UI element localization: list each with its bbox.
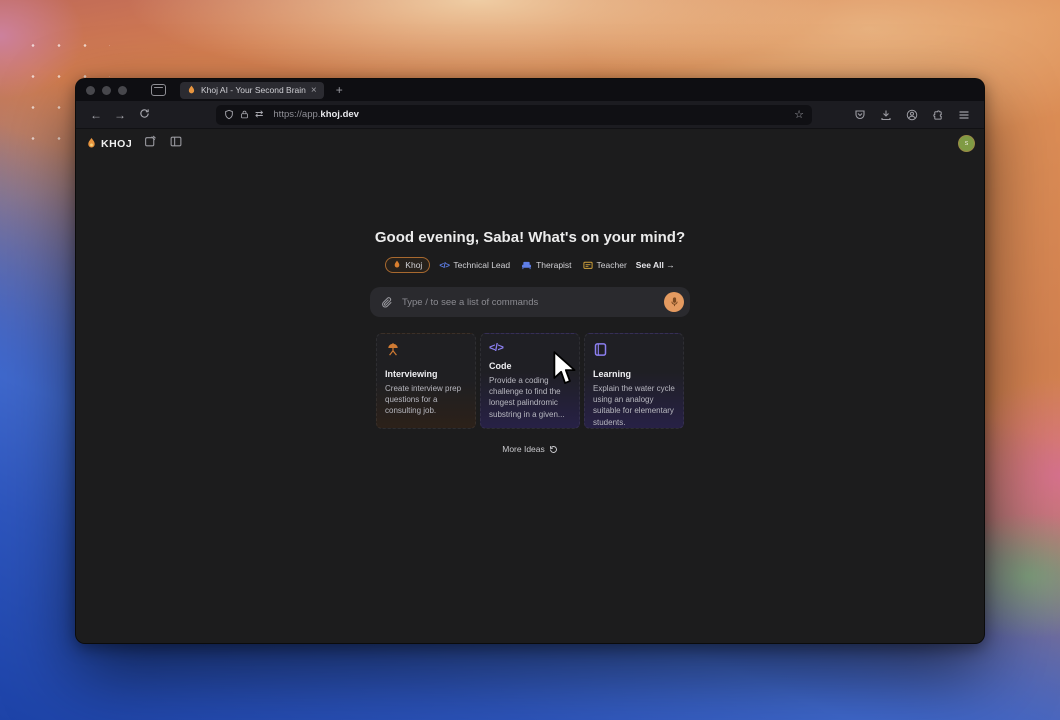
card-title: Learning <box>593 369 632 379</box>
lock-icon[interactable] <box>240 109 249 120</box>
agent-pills: Khoj </> Technical Lead Therapist Teache… <box>370 257 690 273</box>
presentation-icon <box>388 342 398 356</box>
account-icon[interactable] <box>905 108 918 121</box>
tracking-toggle-icon[interactable]: ⇄ <box>255 109 263 120</box>
agent-pill-technical-lead[interactable]: </> Technical Lead <box>437 258 512 272</box>
khoj-brand[interactable]: KHOJ <box>86 137 132 151</box>
couch-icon <box>522 261 532 269</box>
url-domain: khoj.dev <box>320 109 359 120</box>
card-interviewing[interactable]: Interviewing Create interview prep quest… <box>376 333 476 429</box>
close-window-button[interactable] <box>86 85 95 95</box>
agent-pill-label: Teacher <box>596 260 627 270</box>
greeting-title: Good evening, Saba! What's on your mind? <box>374 229 686 246</box>
voice-mic-button[interactable] <box>664 292 684 312</box>
downloads-icon[interactable] <box>879 108 892 121</box>
bookmark-star-icon[interactable]: ☆ <box>794 108 804 121</box>
book-icon <box>594 343 607 356</box>
chat-input-box[interactable] <box>370 287 690 317</box>
card-learning[interactable]: Learning Explain the water cycle using a… <box>584 333 684 429</box>
agent-pill-label: Technical Lead <box>453 260 511 270</box>
forward-button[interactable]: → <box>110 108 130 122</box>
url-prefix: https://app. <box>273 109 321 120</box>
minimize-window-button[interactable] <box>102 85 111 95</box>
khoj-logo-icon <box>88 138 95 148</box>
attach-paperclip-icon[interactable] <box>381 296 393 309</box>
shield-icon[interactable] <box>224 109 234 120</box>
navigation-bar: ← → ⇄ https://app.khoj.dev ☆ <box>76 101 984 129</box>
board-icon <box>582 261 593 269</box>
extensions-icon[interactable] <box>931 108 944 121</box>
new-chat-button[interactable] <box>144 135 157 153</box>
menu-icon[interactable] <box>957 108 970 121</box>
avatar-glyph: s <box>964 140 969 147</box>
agent-pill-label: Khoj <box>405 260 423 270</box>
browser-window: Khoj AI - Your Second Brain × + ← → ⇄ ht… <box>75 78 985 644</box>
pocket-icon[interactable] <box>853 108 866 121</box>
khoj-agent-icon <box>394 260 400 268</box>
agent-pill-teacher[interactable]: Teacher <box>581 258 629 272</box>
suggestion-cards: Interviewing Create interview prep quest… <box>370 333 690 429</box>
agent-pill-therapist[interactable]: Therapist <box>519 258 573 272</box>
toolbar-icons <box>853 108 974 121</box>
card-body: Create interview prep questions for a co… <box>385 384 462 416</box>
more-ideas-label: More Ideas <box>502 444 545 454</box>
brand-name: KHOJ <box>101 138 133 150</box>
agent-pill-khoj[interactable]: Khoj <box>385 257 431 273</box>
code-icon: </> <box>439 260 450 270</box>
main-panel: Good evening, Saba! What's on your mind?… <box>370 229 690 454</box>
reload-icon <box>139 108 149 118</box>
card-body: Explain the water cycle using an analogy… <box>593 384 675 427</box>
tab-close-icon[interactable]: × <box>311 85 317 96</box>
window-controls <box>86 85 127 95</box>
khoj-favicon-icon <box>188 85 195 93</box>
tab-bar: Khoj AI - Your Second Brain × + <box>76 79 984 101</box>
sidebar-toggle-button[interactable] <box>169 135 183 153</box>
new-tab-button[interactable]: + <box>336 83 343 97</box>
card-title: Interviewing <box>385 369 438 379</box>
microphone-icon <box>670 297 678 307</box>
browser-tab[interactable]: Khoj AI - Your Second Brain × <box>180 81 324 99</box>
chat-input[interactable] <box>402 296 664 308</box>
tab-title: Khoj AI - Your Second Brain <box>201 85 306 95</box>
more-ideas-button[interactable]: More Ideas <box>370 444 690 454</box>
mouse-cursor <box>553 351 576 384</box>
url-text: https://app.khoj.dev <box>273 109 788 120</box>
maximize-window-button[interactable] <box>118 85 127 95</box>
khoj-app-page: KHOJ s Good evening, Saba! What's on you… <box>76 129 984 643</box>
user-avatar[interactable]: s <box>958 135 975 152</box>
app-header: KHOJ <box>86 135 183 153</box>
refresh-icon <box>549 445 557 453</box>
reload-button[interactable] <box>134 108 154 122</box>
see-all-link[interactable]: See All → <box>636 260 675 270</box>
back-button[interactable]: ← <box>86 108 106 122</box>
agent-pill-label: Therapist <box>536 260 572 270</box>
url-bar[interactable]: ⇄ https://app.khoj.dev ☆ <box>216 104 812 125</box>
firefox-view-icon[interactable] <box>151 84 166 96</box>
